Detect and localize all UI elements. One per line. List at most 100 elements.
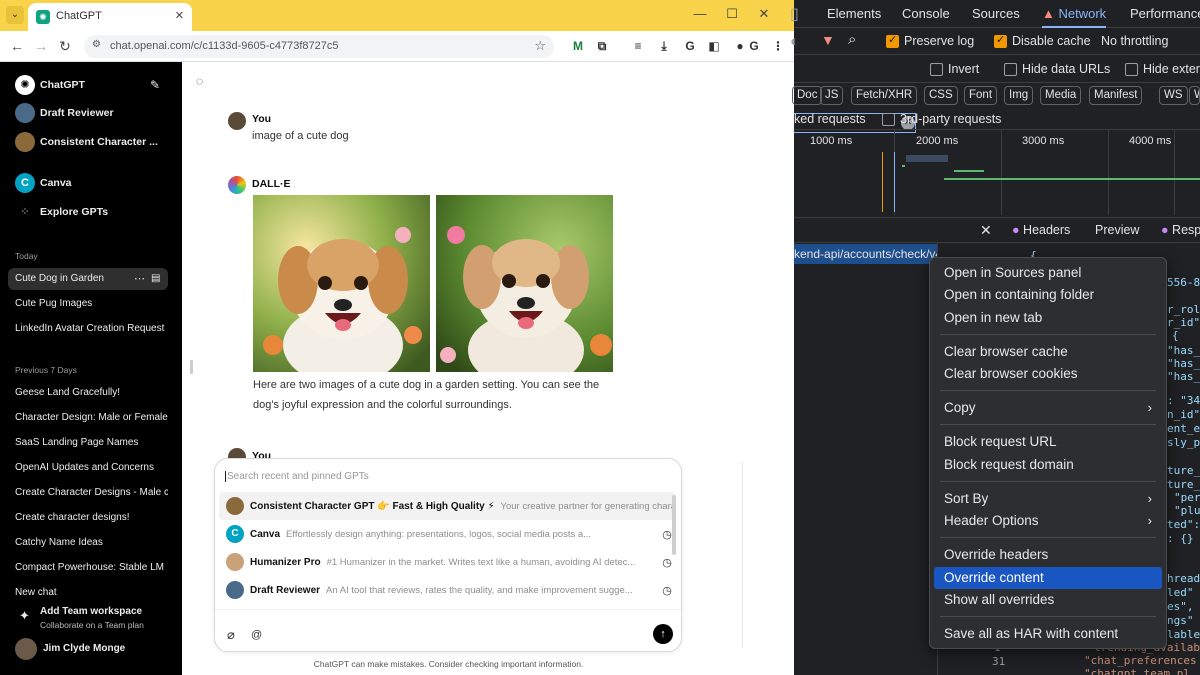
extension-m-icon[interactable]: M bbox=[570, 38, 586, 54]
sidebar-chat-item[interactable]: Catchy Name Ideas bbox=[8, 532, 168, 554]
tab-headers[interactable]: ● Headers bbox=[1012, 223, 1070, 237]
menu-header-options[interactable]: Header Options › bbox=[934, 510, 1162, 532]
gpt-mention-option[interactable]: Humanizer Pro #1 Humanizer in the market… bbox=[219, 548, 675, 576]
sidebar-gpt-canva[interactable]: C Canva bbox=[15, 173, 72, 193]
message-input[interactable]: @ bbox=[251, 629, 262, 641]
filter-funnel-icon[interactable]: ▼ bbox=[821, 32, 835, 48]
hide-extension-checkbox[interactable]: Hide exter bbox=[1125, 62, 1200, 77]
throttling-select[interactable]: No throttling bbox=[1101, 34, 1168, 48]
gpt-mention-option[interactable]: C Canva Effortlessly design anything: pr… bbox=[219, 520, 675, 548]
sidebar-chat-item[interactable]: SaaS Landing Page Names bbox=[8, 432, 168, 454]
menu-override-content[interactable]: Override content bbox=[934, 567, 1162, 589]
sidebar-chat-item[interactable]: New chat bbox=[8, 582, 168, 596]
preserve-log-checkbox[interactable]: Preserve log bbox=[886, 33, 974, 49]
menu-block-domain[interactable]: Block request domain bbox=[934, 454, 1162, 476]
record-icon[interactable]: ◐ bbox=[790, 33, 799, 50]
menu-clear-cookies[interactable]: Clear browser cookies bbox=[934, 363, 1162, 385]
filter-chip-doc[interactable]: Doc bbox=[792, 86, 823, 105]
maximize-icon[interactable]: ☐ bbox=[722, 6, 742, 22]
filter-chip-img[interactable]: Img bbox=[1004, 86, 1034, 105]
filter-chip-media[interactable]: Media bbox=[1040, 86, 1082, 105]
menu-save-har[interactable]: Save all as HAR with content bbox=[934, 623, 1162, 645]
add-team-workspace-button[interactable]: ✦ Add Team workspace Collaborate on a Te… bbox=[15, 604, 175, 630]
menu-open-in-sources[interactable]: Open in Sources panel bbox=[934, 262, 1162, 284]
sidebar-resize-handle[interactable] bbox=[190, 360, 193, 374]
third-party-checkbox[interactable]: 3rd-party requests bbox=[882, 112, 1001, 127]
tab-performance[interactable]: Performance bbox=[1130, 6, 1200, 21]
network-toolbar: ◐ ▼ ⌕ Preserve log Disable cache No thro… bbox=[790, 28, 1200, 55]
close-detail-icon[interactable]: ✕ bbox=[980, 222, 992, 239]
sidebar-gpt-consistent-character[interactable]: Consistent Character ... bbox=[15, 132, 158, 152]
menu-open-new-tab[interactable]: Open in new tab bbox=[934, 307, 1162, 329]
download-icon[interactable]: ⤓ bbox=[656, 38, 672, 54]
site-info-icon[interactable]: ⚙ bbox=[92, 39, 101, 50]
extension-g2-icon[interactable]: G bbox=[746, 38, 762, 54]
browser-menu-icon[interactable]: ⋮ bbox=[770, 38, 786, 54]
more-options-icon[interactable]: ⋯ bbox=[134, 268, 145, 290]
sidebar-chat-item[interactable]: Cute Dog in Garden ⋯ ▤ bbox=[8, 268, 168, 290]
sidebar-chatgpt-home[interactable]: ✺ ChatGPT bbox=[15, 75, 85, 95]
sidebar-explore-gpts[interactable]: ⁘ Explore GPTs bbox=[15, 202, 108, 222]
reload-icon[interactable]: ↻ bbox=[56, 37, 74, 55]
user-profile-button[interactable]: Jim Clyde Monge bbox=[15, 638, 175, 662]
filter-chip-manifest[interactable]: Manifest bbox=[1089, 86, 1143, 105]
tab-console[interactable]: Console bbox=[902, 6, 950, 21]
close-window-icon[interactable]: ✕ bbox=[754, 6, 774, 22]
gpt-mention-option[interactable]: Consistent Character GPT 👉 Fast & High Q… bbox=[219, 492, 675, 520]
disable-cache-checkbox[interactable]: Disable cache bbox=[994, 33, 1091, 49]
sidebar-chat-item[interactable]: Cute Pug Images bbox=[8, 293, 168, 315]
bookmark-star-icon[interactable]: ☆ bbox=[534, 38, 546, 54]
search-icon[interactable]: ⌕ bbox=[848, 31, 856, 48]
back-icon[interactable]: ← bbox=[8, 37, 26, 55]
tab-network[interactable]: ▲ Network bbox=[1042, 6, 1107, 28]
menu-sort-by[interactable]: Sort By › bbox=[934, 488, 1162, 510]
generated-dog-image-1[interactable] bbox=[253, 195, 430, 372]
address-bar[interactable]: ⚙ chat.openai.com/c/c1133d-9605-c4773f87… bbox=[84, 35, 554, 58]
gpt-list-scrollbar[interactable] bbox=[672, 495, 676, 555]
tab-chatgpt[interactable]: ✺ ChatGPT ✕ bbox=[28, 3, 192, 31]
generated-dog-image-2[interactable] bbox=[436, 195, 613, 372]
archive-icon[interactable]: ▤ bbox=[151, 268, 160, 290]
menu-block-url[interactable]: Block request URL bbox=[934, 431, 1162, 453]
tab-response[interactable]: ● Resp bbox=[1161, 223, 1200, 237]
tab-close-icon[interactable]: ✕ bbox=[175, 9, 184, 22]
minimize-icon[interactable]: — bbox=[690, 6, 710, 21]
tab-elements[interactable]: Elements bbox=[827, 6, 881, 21]
menu-open-containing-folder[interactable]: Open in containing folder bbox=[934, 284, 1162, 306]
gpt-search-input[interactable]: Search recent and pinned GPTs bbox=[225, 471, 369, 482]
filter-chip-wasm[interactable]: W bbox=[1189, 86, 1200, 105]
filter-chip-fetch[interactable]: Fetch/XHR bbox=[851, 86, 918, 105]
extension-g-icon[interactable]: G bbox=[682, 38, 698, 54]
filter-chip-font[interactable]: Font bbox=[964, 86, 998, 105]
forward-icon[interactable]: → bbox=[32, 37, 50, 55]
sidebar-chat-item[interactable]: Compact Powerhouse: Stable LM bbox=[8, 557, 168, 579]
filter-chip-ws[interactable]: WS bbox=[1159, 86, 1188, 105]
extensions-puzzle-icon[interactable]: ⧉ bbox=[594, 38, 610, 54]
side-panel-icon[interactable]: ◧ bbox=[706, 38, 722, 54]
filter-chip-css[interactable]: CSS bbox=[924, 86, 958, 105]
sidebar-chat-item[interactable]: OpenAI Updates and Concerns bbox=[8, 457, 168, 479]
tab-preview[interactable]: Preview bbox=[1095, 223, 1139, 237]
sidebar-gpt-draft-reviewer[interactable]: Draft Reviewer bbox=[15, 103, 114, 123]
new-chat-icon[interactable]: ✎ bbox=[150, 78, 160, 92]
sidebar-chat-item[interactable]: LinkedIn Avatar Creation Request bbox=[8, 318, 168, 340]
sidebar-chat-item[interactable]: Create Character Designs - Male c bbox=[8, 482, 168, 504]
invert-checkbox[interactable]: Invert bbox=[930, 62, 979, 77]
menu-clear-cache[interactable]: Clear browser cache bbox=[934, 341, 1162, 363]
hide-data-urls-checkbox[interactable]: Hide data URLs bbox=[1004, 62, 1110, 77]
menu-show-all-overrides[interactable]: Show all overrides bbox=[934, 589, 1162, 611]
attach-paperclip-icon[interactable]: ⌀ bbox=[227, 627, 235, 643]
checkbox-icon bbox=[882, 113, 895, 127]
menu-override-headers[interactable]: Override headers bbox=[934, 544, 1162, 566]
sidebar-chat-item[interactable]: Create character designs! bbox=[8, 507, 168, 529]
gpt-mention-option[interactable]: Draft Reviewer An AI tool that reviews, … bbox=[219, 576, 675, 604]
tab-sources[interactable]: Sources bbox=[972, 6, 1020, 21]
tab-search-icon[interactable]: ⌄ bbox=[6, 6, 24, 24]
selected-request-row[interactable]: kend-api/accounts/check/v4 bbox=[794, 244, 937, 264]
filter-chip-js[interactable]: JS bbox=[820, 86, 844, 105]
sidebar-chat-item[interactable]: Geese Land Gracefully! bbox=[8, 382, 168, 404]
send-button[interactable]: ↑ bbox=[653, 624, 673, 644]
menu-copy[interactable]: Copy › bbox=[934, 397, 1162, 419]
sidebar-chat-item[interactable]: Character Design: Male or Female bbox=[8, 407, 168, 429]
reading-list-icon[interactable]: ≡ bbox=[630, 38, 646, 54]
